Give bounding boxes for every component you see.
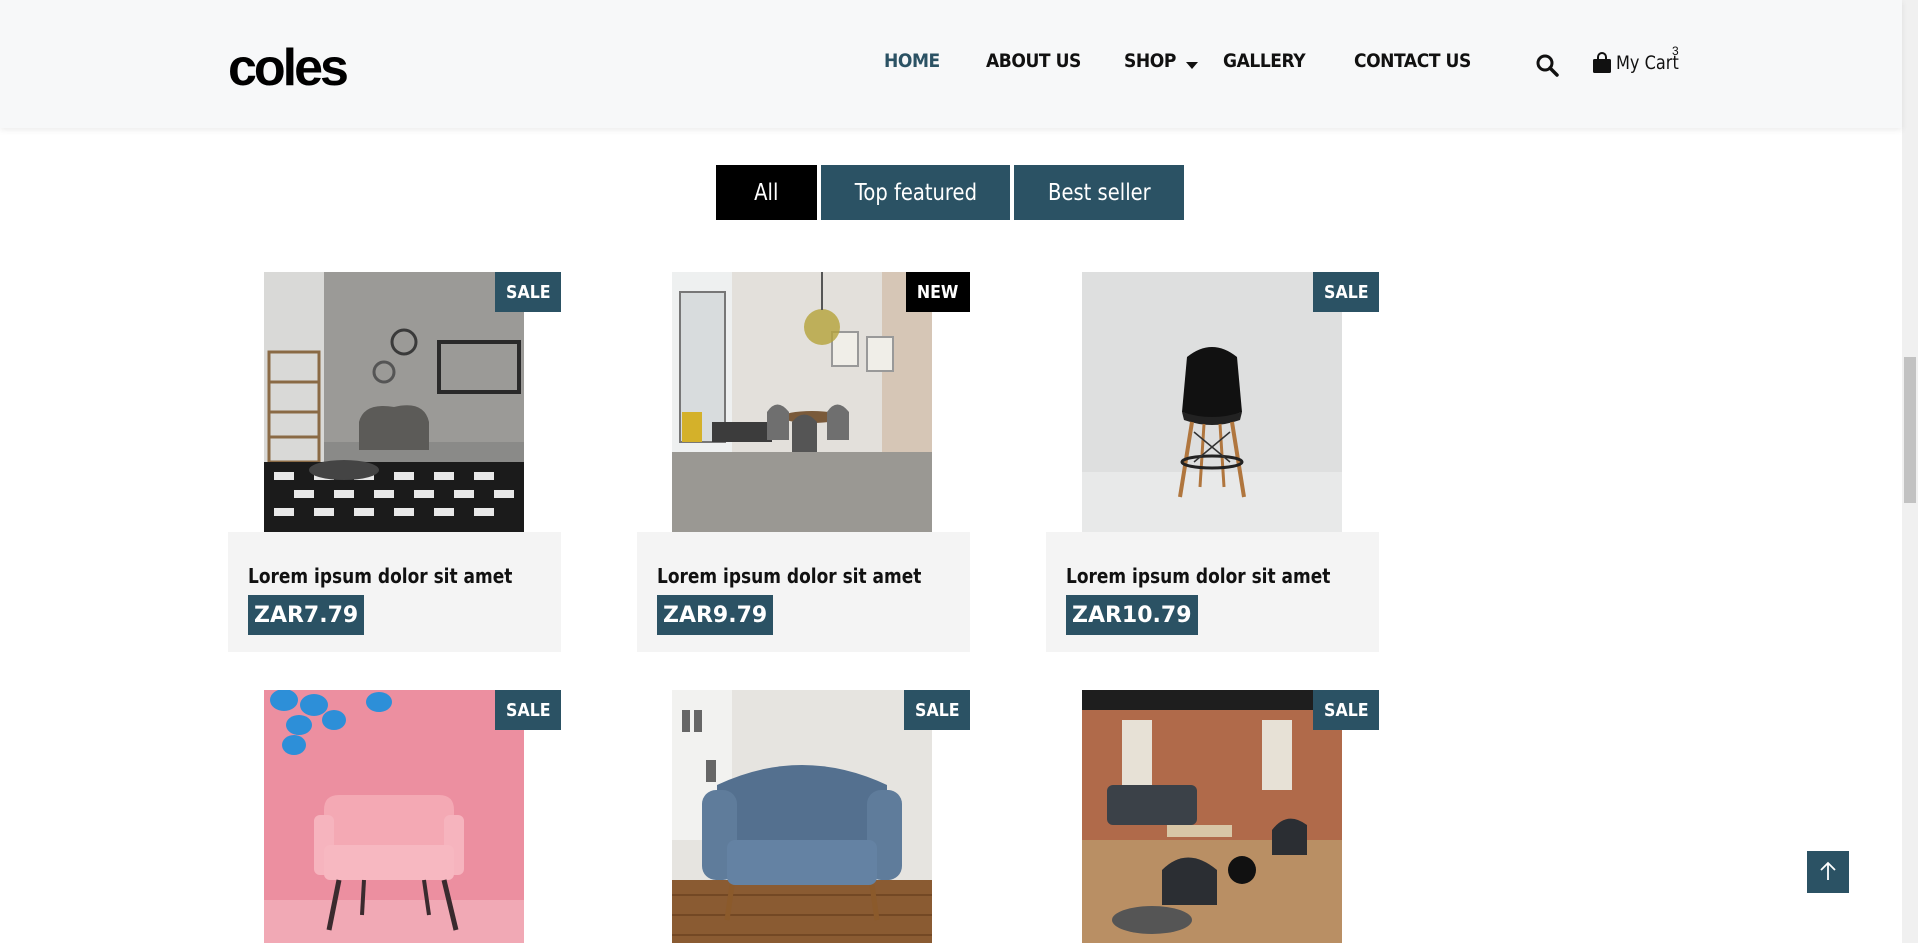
arrow-up-icon: [1820, 861, 1836, 880]
product-image-pink-armchair[interactable]: [264, 690, 524, 943]
filter-tab-all[interactable]: All: [716, 165, 817, 220]
site-header: coles HOME ABOUT US SHOP GALLERY CONTACT…: [0, 0, 1902, 128]
cart-label: My Cart: [1616, 52, 1679, 74]
sale-badge: SALE: [495, 272, 561, 312]
shopping-bag-icon: [1593, 52, 1611, 73]
product-price: ZAR10.79: [1066, 595, 1198, 635]
product-title[interactable]: Lorem ipsum dolor sit amet: [1066, 564, 1330, 588]
nav-gallery[interactable]: GALLERY: [1223, 50, 1306, 72]
product-price: ZAR9.79: [657, 595, 774, 635]
cart-count-badge: 3: [1672, 44, 1679, 58]
filter-tab-top-featured[interactable]: Top featured: [821, 165, 1010, 220]
filter-tab-best-seller[interactable]: Best seller: [1014, 165, 1184, 220]
product-price: ZAR7.79: [248, 595, 365, 635]
sale-badge: SALE: [495, 690, 561, 730]
scrollbar-thumb[interactable]: [1904, 357, 1916, 503]
chevron-down-icon[interactable]: [1186, 62, 1198, 69]
logo[interactable]: coles: [228, 40, 349, 96]
product-image-black-chair[interactable]: [1082, 272, 1342, 532]
search-icon[interactable]: [1535, 53, 1559, 77]
product-image-living-room[interactable]: [264, 272, 524, 532]
new-badge: NEW: [906, 272, 970, 312]
product-image-blue-armchair[interactable]: [672, 690, 932, 943]
sale-badge: SALE: [904, 690, 970, 730]
nav-shop[interactable]: SHOP: [1124, 50, 1176, 72]
nav-contact-us[interactable]: CONTACT US: [1354, 50, 1471, 72]
sale-badge: SALE: [1313, 690, 1379, 730]
product-image-lounge-sofas[interactable]: [1082, 690, 1342, 943]
sale-badge: SALE: [1313, 272, 1379, 312]
product-image-dining-room[interactable]: [672, 272, 932, 532]
page-scrollbar[interactable]: [1902, 0, 1918, 943]
nav-about-us[interactable]: ABOUT US: [986, 50, 1081, 72]
product-title[interactable]: Lorem ipsum dolor sit amet: [248, 564, 512, 588]
scroll-to-top-button[interactable]: [1807, 851, 1849, 893]
nav-home[interactable]: HOME: [884, 50, 940, 72]
product-title[interactable]: Lorem ipsum dolor sit amet: [657, 564, 921, 588]
